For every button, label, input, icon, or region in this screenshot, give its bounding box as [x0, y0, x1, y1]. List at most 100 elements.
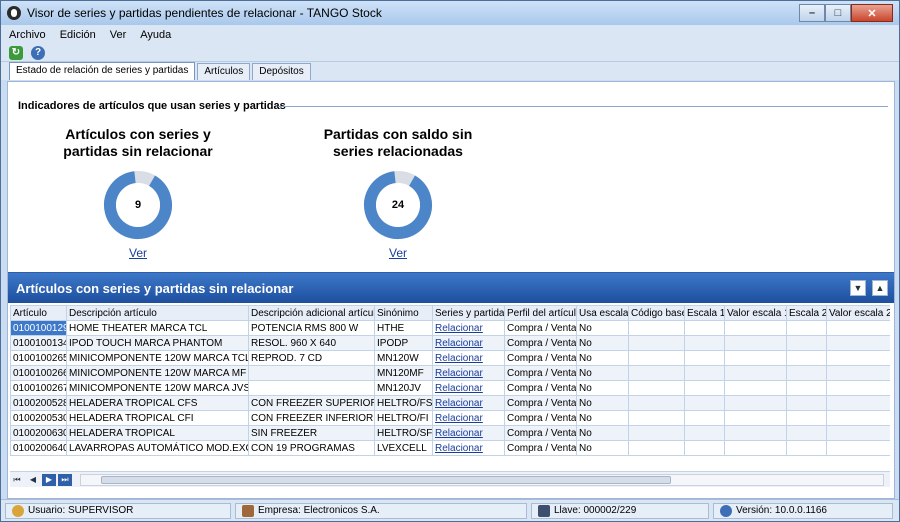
table-cell: POTENCIA RMS 800 W — [248, 320, 375, 336]
column-header[interactable]: Código base — [628, 305, 685, 321]
ver-link[interactable]: Ver — [129, 246, 147, 260]
table-cell: Compra / Venta — [504, 335, 577, 351]
table-cell: CON 19 PROGRAMAS — [248, 440, 375, 456]
relacionar-link[interactable]: Relacionar — [432, 350, 505, 366]
table-cell — [684, 350, 725, 366]
table-cell: 0100100265 — [10, 350, 67, 366]
table-cell — [826, 410, 890, 426]
tab-strip: Estado de relación de series y partidas … — [1, 62, 899, 80]
relacionar-link[interactable]: Relacionar — [432, 395, 505, 411]
table-cell — [684, 440, 725, 456]
table-row[interactable]: 0100200528 HELADERA TROPICAL CFS CON FREEZ… — [10, 395, 890, 411]
help-icon[interactable]: ? — [31, 45, 45, 60]
table-cell — [786, 320, 827, 336]
table-cell — [628, 425, 685, 441]
tab-depositos[interactable]: Depósitos — [252, 63, 311, 80]
articles-grid-panel: Artículos con series y partidas sin rela… — [8, 272, 894, 498]
table-row[interactable]: 0100100267 MINICOMPONENTE 120W MARCA JVS M… — [10, 380, 890, 396]
column-header[interactable]: Descripción artículo — [66, 305, 249, 321]
table-cell: Compra / Venta — [504, 410, 577, 426]
table-cell: 0100100266 — [10, 365, 67, 381]
column-header[interactable]: Usa escala — [576, 305, 629, 321]
ver-link[interactable]: Ver — [389, 246, 407, 260]
column-header[interactable]: Artículo — [10, 305, 67, 321]
tab-estado-relacion[interactable]: Estado de relación de series y partidas — [9, 62, 196, 80]
articles-table: Artículo Descripción artículo Descripción … — [10, 305, 890, 456]
table-cell: CON FREEZER INFERIOR — [248, 410, 375, 426]
table-cell — [786, 350, 827, 366]
column-header[interactable]: Escala 2 — [786, 305, 827, 321]
table-cell: HELADERA TROPICAL CFI — [66, 410, 249, 426]
table-row[interactable]: 0100200630 HELADERA TROPICAL SIN FREEZER HE… — [10, 425, 890, 441]
table-cell — [826, 320, 890, 336]
minimize-button[interactable]: – — [799, 4, 825, 22]
relacionar-link[interactable]: Relacionar — [432, 365, 505, 381]
table-cell — [628, 380, 685, 396]
next-page-icon[interactable]: ▶ — [42, 473, 56, 486]
indicator-title-line1: Partidas con saldo sin — [323, 126, 473, 142]
menu-archivo[interactable]: Archivo — [9, 29, 46, 41]
grid-table-container[interactable]: Artículo Descripción artículo Descripción … — [10, 305, 890, 459]
column-header[interactable]: Series y partidas — [432, 305, 505, 321]
table-cell: SIN FREEZER — [248, 425, 375, 441]
tab-articulos[interactable]: Artículos — [197, 63, 251, 80]
relacionar-link[interactable]: Relacionar — [432, 335, 505, 351]
horizontal-scrollbar[interactable] — [80, 473, 884, 486]
column-header[interactable]: Descripción adicional artículo — [248, 305, 375, 321]
column-header[interactable]: Valor escala 1 — [724, 305, 787, 321]
indicator-partidas: Partidas con saldo sin series relacionad… — [308, 126, 488, 260]
relacionar-link[interactable]: Relacionar — [432, 425, 505, 441]
table-cell: MINICOMPONENTE 120W MARCA TCL — [66, 350, 249, 366]
relacionar-link[interactable]: Relacionar — [432, 380, 505, 396]
close-button[interactable]: ✕ — [851, 4, 893, 22]
table-cell: Compra / Venta — [504, 350, 577, 366]
grid-pager: ⏮ ◀ ▶ ⏭ — [10, 471, 890, 487]
menu-edicion[interactable]: Edición — [60, 29, 96, 41]
first-page-icon[interactable]: ⏮ — [10, 474, 24, 486]
column-header[interactable]: Valor escala 2 — [826, 305, 890, 321]
scrollbar-thumb[interactable] — [101, 475, 671, 484]
table-row[interactable]: 0100100266 MINICOMPONENTE 120W MARCA MF MN… — [10, 365, 890, 381]
table-cell — [724, 395, 787, 411]
table-row[interactable]: 0100100129 HOME THEATER MARCA TCL POTENCIA… — [10, 320, 890, 336]
prev-page-icon[interactable]: ◀ — [26, 474, 40, 486]
table-cell — [724, 350, 787, 366]
chevron-down-icon[interactable]: ▼ — [850, 280, 866, 296]
column-header[interactable]: Perfil del artículo — [504, 305, 577, 321]
app-window: Visor de series y partidas pendientes de… — [0, 0, 900, 522]
column-header[interactable]: Sinónimo — [374, 305, 433, 321]
table-cell: 0100100267 — [10, 380, 67, 396]
chevron-up-icon[interactable]: ▲ — [872, 280, 888, 296]
table-cell — [724, 410, 787, 426]
table-row[interactable]: 0100100134 IPOD TOUCH MARCA PHANTOM RESOL.… — [10, 335, 890, 351]
table-row[interactable]: 0100200640 LAVARROPAS AUTOMÁTICO MOD.EXCL… — [10, 440, 890, 456]
table-cell — [684, 335, 725, 351]
table-cell — [628, 365, 685, 381]
last-page-icon[interactable]: ⏭ — [58, 473, 72, 486]
relacionar-link[interactable]: Relacionar — [432, 410, 505, 426]
table-cell — [786, 425, 827, 441]
relacionar-link[interactable]: Relacionar — [432, 320, 505, 336]
table-row[interactable]: 0100100265 MINICOMPONENTE 120W MARCA TCL R… — [10, 350, 890, 366]
refresh-icon[interactable]: ↻ — [9, 45, 23, 60]
table-cell: HELTRO/FI — [374, 410, 433, 426]
table-row[interactable]: 0100200530 HELADERA TROPICAL CFI CON FREEZ… — [10, 410, 890, 426]
table-cell: MINICOMPONENTE 120W MARCA JVS — [66, 380, 249, 396]
table-cell: No — [576, 440, 629, 456]
table-cell: HTHE — [374, 320, 433, 336]
menu-bar: Archivo Edición Ver Ayuda — [1, 25, 899, 44]
maximize-button[interactable]: □ — [825, 4, 851, 22]
toolbar: ↻ ? — [1, 44, 899, 62]
menu-ver[interactable]: Ver — [110, 29, 127, 41]
table-cell: Compra / Venta — [504, 440, 577, 456]
table-cell: 0100100129 — [10, 320, 67, 336]
title-bar[interactable]: Visor de series y partidas pendientes de… — [1, 1, 899, 25]
table-cell: 0100200640 — [10, 440, 67, 456]
indicator-title-line1: Artículos con series y — [65, 126, 211, 142]
table-cell — [628, 320, 685, 336]
menu-ayuda[interactable]: Ayuda — [140, 29, 171, 41]
table-cell: IPODP — [374, 335, 433, 351]
table-cell — [724, 425, 787, 441]
relacionar-link[interactable]: Relacionar — [432, 440, 505, 456]
column-header[interactable]: Escala 1 — [684, 305, 725, 321]
